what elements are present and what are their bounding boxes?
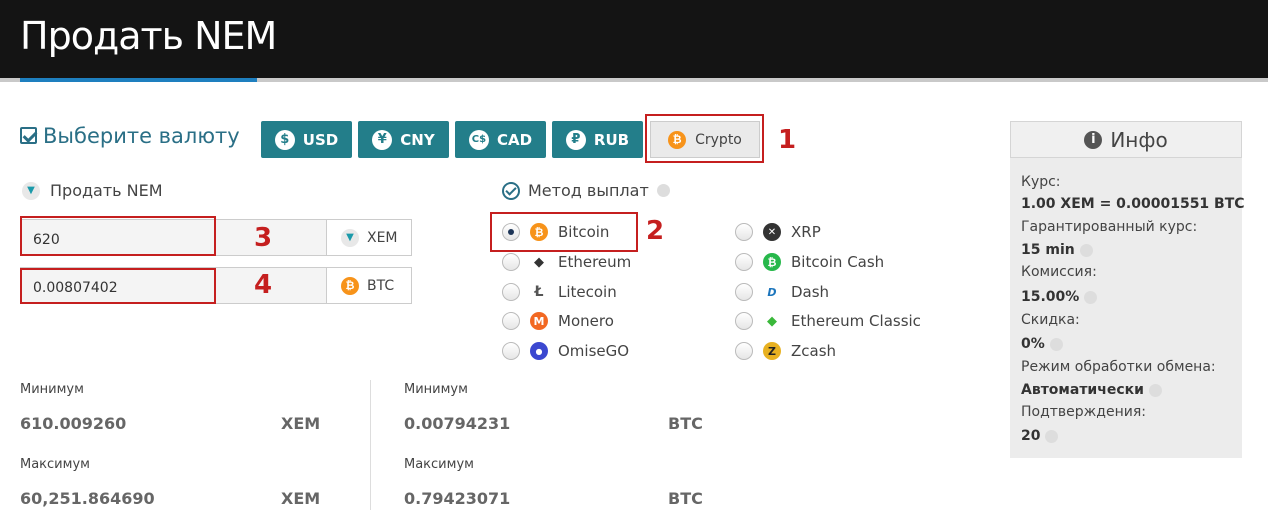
annotation-box-1 xyxy=(645,114,764,163)
limits-divider xyxy=(370,380,371,510)
zcash-icon: Z xyxy=(763,342,781,360)
annotation-box-4 xyxy=(20,268,216,304)
currency-rub-button[interactable]: ₽ RUB xyxy=(552,121,643,158)
radio-button[interactable] xyxy=(735,283,753,301)
info-confirm-value: 20 xyxy=(1021,428,1059,444)
info-discount-value: 0% xyxy=(1021,336,1063,352)
min-label-left: Минимум xyxy=(20,382,84,397)
min-label-right: Минимум xyxy=(404,382,468,397)
page-header: Продать NEM xyxy=(0,0,1268,78)
method-option-bitcoin-cash[interactable]: ₿ Bitcoin Cash xyxy=(735,253,884,271)
dollar-icon: $ xyxy=(274,129,295,150)
dash-icon: D xyxy=(763,283,781,301)
radio-button[interactable] xyxy=(735,312,753,330)
ruble-icon: ₽ xyxy=(565,129,586,150)
monero-icon: M xyxy=(530,312,548,330)
method-option-litecoin[interactable]: Ł Litecoin xyxy=(502,283,617,301)
info-mode-label: Режим обработки обмена: xyxy=(1021,359,1216,375)
nem-icon: ▼ xyxy=(341,228,359,247)
help-icon[interactable] xyxy=(1045,429,1059,443)
radio-button[interactable] xyxy=(502,283,520,301)
help-icon[interactable] xyxy=(1148,383,1162,397)
currency-usd-button[interactable]: $ USD xyxy=(261,121,352,158)
info-rate-value: 1.00 XEM = 0.00001551 BTC xyxy=(1021,196,1245,212)
max-unit-right: BTC xyxy=(668,489,703,508)
min-unit-right: BTC xyxy=(668,414,703,433)
info-icon: i xyxy=(1084,130,1103,149)
help-icon[interactable] xyxy=(1049,337,1063,351)
radio-button[interactable] xyxy=(735,342,753,360)
max-value-right: 0.79423071 xyxy=(404,489,511,508)
litecoin-icon: Ł xyxy=(530,283,548,301)
info-discount-label: Скидка: xyxy=(1021,312,1080,328)
max-label-left: Максимум xyxy=(20,457,90,472)
help-icon[interactable] xyxy=(1084,290,1098,304)
xrp-icon: ✕ xyxy=(763,223,781,241)
info-guaranteed-label: Гарантированный курс: xyxy=(1021,219,1198,235)
max-unit-left: XEM xyxy=(281,489,321,508)
currency-cad-button[interactable]: C$ CAD xyxy=(455,121,546,158)
min-unit-left: XEM xyxy=(281,414,321,433)
check-circle-icon xyxy=(502,181,520,200)
help-icon[interactable] xyxy=(656,184,670,197)
method-option-ethereum[interactable]: ◆ Ethereum xyxy=(502,253,631,271)
radio-button[interactable] xyxy=(502,253,520,271)
annotation-number-4: 4 xyxy=(254,270,273,300)
currency-label: Выберите валюту xyxy=(20,124,240,148)
radio-button[interactable] xyxy=(735,223,753,241)
radio-button[interactable] xyxy=(502,342,520,360)
ethereum-classic-icon: ◆ xyxy=(763,312,781,330)
radio-button[interactable] xyxy=(735,253,753,271)
annotation-number-2: 2 xyxy=(646,216,665,246)
min-value-left: 610.009260 xyxy=(20,414,127,433)
help-icon[interactable] xyxy=(1079,243,1093,257)
method-option-dash[interactable]: D Dash xyxy=(735,283,829,301)
payout-method-label: Метод выплат xyxy=(502,181,670,200)
method-option-monero[interactable]: M Monero xyxy=(502,312,614,330)
method-option-zcash[interactable]: Z Zcash xyxy=(735,342,836,360)
nem-icon: ▼ xyxy=(22,181,40,200)
bitcoin-cash-icon: ₿ xyxy=(763,253,781,271)
info-mode-value: Автоматически xyxy=(1021,382,1162,398)
annotation-number-1: 1 xyxy=(778,125,797,155)
annotation-box-3 xyxy=(20,216,216,256)
bitcoin-icon: ₿ xyxy=(341,276,359,295)
omisego-icon: ● xyxy=(530,342,548,360)
annotation-box-2 xyxy=(490,212,638,252)
header-accent-bar xyxy=(20,78,257,82)
method-option-omisego[interactable]: ● OmiseGO xyxy=(502,342,629,360)
cad-icon: C$ xyxy=(468,129,489,150)
max-value-left: 60,251.864690 xyxy=(20,489,155,508)
info-confirm-label: Подтверждения: xyxy=(1021,404,1146,420)
method-option-ethereum-classic[interactable]: ◆ Ethereum Classic xyxy=(735,312,921,330)
page-title: Продать NEM xyxy=(20,14,277,58)
ethereum-icon: ◆ xyxy=(530,253,548,271)
receive-unit: ₿ BTC xyxy=(326,267,412,304)
min-value-right: 0.00794231 xyxy=(404,414,511,433)
max-label-right: Максимум xyxy=(404,457,474,472)
sell-label: ▼ Продать NEM xyxy=(22,181,163,200)
info-fee-value: 15.00% xyxy=(1021,289,1098,305)
info-fee-label: Комиссия: xyxy=(1021,264,1097,280)
currency-cny-button[interactable]: ¥ CNY xyxy=(358,121,449,158)
amount-unit: ▼ XEM xyxy=(326,219,412,256)
yuan-icon: ¥ xyxy=(372,129,393,150)
info-guaranteed-value: 15 min xyxy=(1021,242,1093,258)
info-rate-label: Курс: xyxy=(1021,174,1061,190)
info-panel-header: i Инфо xyxy=(1010,121,1242,158)
checkbox-icon xyxy=(20,127,37,144)
annotation-number-3: 3 xyxy=(254,223,273,253)
radio-button[interactable] xyxy=(502,312,520,330)
method-option-xrp[interactable]: ✕ XRP xyxy=(735,223,821,241)
